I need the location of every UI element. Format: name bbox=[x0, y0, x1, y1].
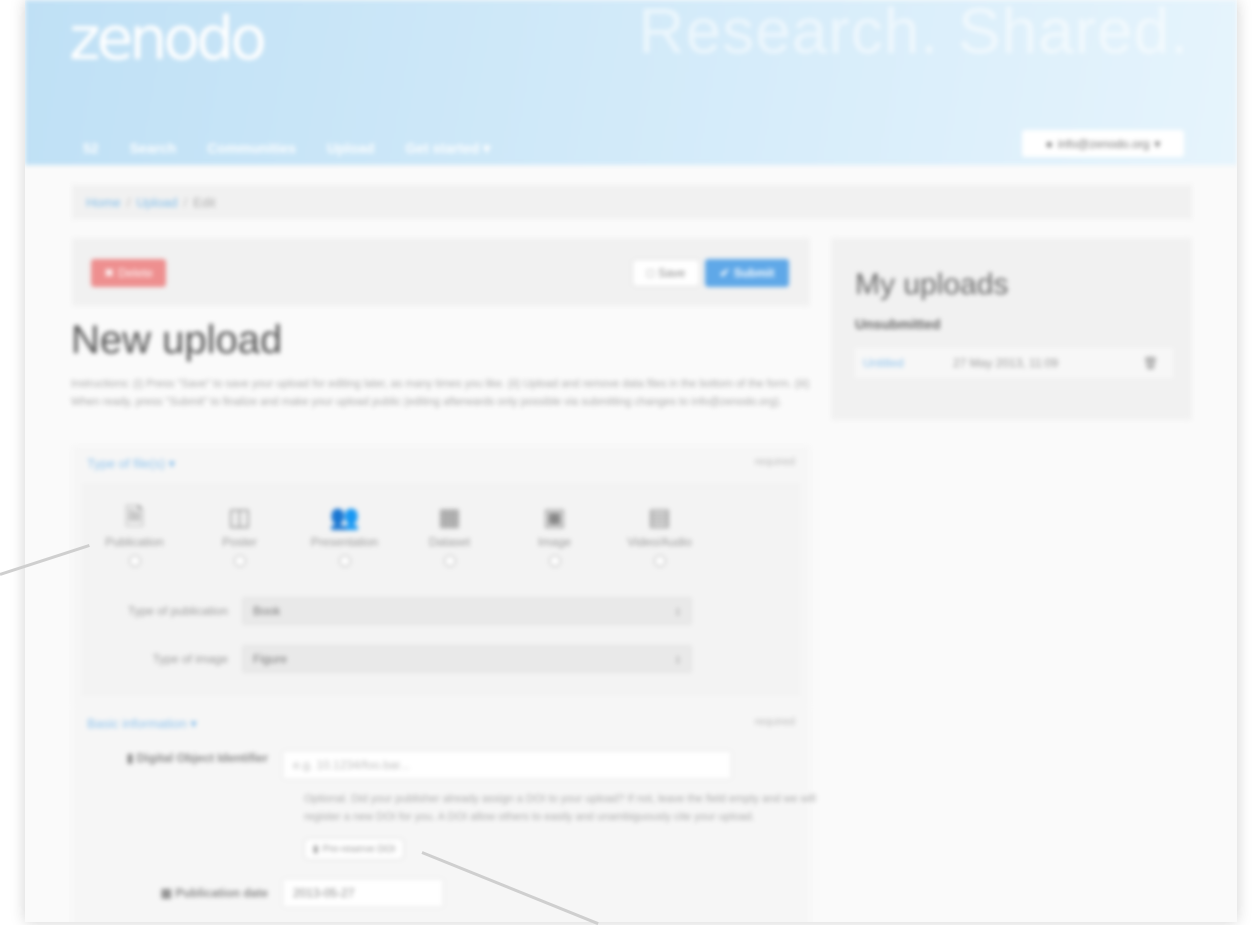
section-heading[interactable]: Type of file(s) ▾ bbox=[87, 456, 175, 472]
breadcrumb: Home / Upload / Edit bbox=[72, 185, 1192, 219]
type-option-presentation[interactable]: 👥 Presentation bbox=[292, 503, 397, 567]
breadcrumb-separator: / bbox=[126, 194, 131, 210]
file-type-options: 🗎 Publication ◫ Poster 👥 Presentation ▦ … bbox=[82, 503, 712, 567]
upload-name-link[interactable]: Untitled bbox=[863, 356, 953, 370]
user-icon: ● bbox=[1045, 136, 1053, 151]
dataset-icon: ▦ bbox=[438, 504, 461, 531]
trash-icon: ✖ bbox=[104, 266, 115, 280]
image-type-value: Figure bbox=[253, 652, 288, 666]
type-radio[interactable] bbox=[233, 555, 246, 567]
type-label: Presentation bbox=[310, 535, 379, 549]
blurred-content: zenodo Research. Shared. 52 Search Commu… bbox=[25, 0, 1237, 922]
basic-information-section: Basic information ▾ required ▮ Digital O… bbox=[72, 706, 816, 922]
breadcrumb-separator: / bbox=[183, 194, 188, 210]
type-label: Video/Audio bbox=[627, 535, 692, 549]
doi-input[interactable]: e.g. 10.1234/foo.bar... bbox=[282, 750, 732, 780]
section-heading[interactable]: Basic information ▾ bbox=[87, 716, 197, 732]
submit-label: Submit bbox=[733, 266, 775, 280]
breadcrumb-home[interactable]: Home bbox=[86, 195, 121, 210]
type-option-video-audio[interactable]: ▤ Video/Audio bbox=[607, 503, 712, 567]
user-menu-button[interactable]: ● info@zenodo.org ▾ bbox=[1022, 130, 1184, 157]
type-label: Image bbox=[537, 535, 572, 549]
chevron-down-icon: ▾ bbox=[1154, 136, 1161, 151]
unsubmitted-heading: Unsubmitted bbox=[855, 316, 941, 332]
publication-icon: 🗎 bbox=[124, 504, 145, 531]
breadcrumb-upload[interactable]: Upload bbox=[136, 195, 177, 210]
main-nav: 52 Search Communities Upload Get started… bbox=[83, 140, 490, 157]
header: zenodo Research. Shared. 52 Search Commu… bbox=[25, 0, 1237, 165]
save-label: Save bbox=[657, 266, 686, 280]
nav-item-get-started[interactable]: Get started ▾ bbox=[405, 140, 490, 157]
doi-row: ▮ Digital Object Identifier e.g. 10.1234… bbox=[72, 750, 732, 780]
select-caret-icon: ↕ bbox=[675, 604, 681, 618]
nav-item-search[interactable]: Search bbox=[130, 140, 177, 157]
delete-button[interactable]: ✖ Delete bbox=[91, 259, 166, 287]
my-uploads-title: My uploads bbox=[855, 268, 1009, 301]
delete-label: Delete bbox=[118, 266, 153, 280]
type-radio[interactable] bbox=[548, 555, 561, 567]
image-icon: ▣ bbox=[543, 504, 566, 531]
my-uploads-panel: My uploads Unsubmitted Untitled 27 May 2… bbox=[831, 238, 1192, 420]
type-radio[interactable] bbox=[338, 555, 351, 567]
nav-item-communities[interactable]: Communities bbox=[207, 140, 296, 157]
barcode-icon: ▮ bbox=[313, 843, 319, 855]
image-type-select[interactable]: Figure ↕ bbox=[242, 645, 692, 673]
upload-row: Untitled 27 May 2013, 11:09 🗑 bbox=[855, 348, 1173, 378]
upload-date: 27 May 2013, 11:09 bbox=[953, 356, 1059, 370]
zenodo-logo[interactable]: zenodo bbox=[69, 4, 267, 74]
publication-date-input[interactable]: 2013-05-27 bbox=[282, 878, 444, 908]
type-option-image[interactable]: ▣ Image bbox=[502, 503, 607, 567]
page-title: New upload bbox=[71, 318, 283, 362]
pre-reserve-doi-button[interactable]: ▮ Pre-reserve DOI bbox=[304, 838, 405, 860]
file-icon: □ bbox=[646, 266, 654, 280]
publication-type-label: Type of publication bbox=[127, 604, 228, 618]
publication-type-value: Book bbox=[253, 604, 281, 618]
publication-type-select[interactable]: Book ↕ bbox=[242, 597, 692, 625]
submit-button[interactable]: ✔ Submit bbox=[705, 259, 789, 287]
doi-help-text: Optional. Did your publisher already ass… bbox=[304, 793, 816, 823]
image-type-row: Type of image Figure ↕ bbox=[82, 645, 692, 673]
type-option-dataset[interactable]: ▦ Dataset bbox=[397, 503, 502, 567]
trash-icon[interactable]: 🗑 bbox=[1143, 356, 1158, 370]
nav-item-count[interactable]: 52 bbox=[83, 140, 99, 157]
check-icon: ✔ bbox=[719, 266, 730, 280]
instructions-text: Instructions: (i) Press "Save" to save y… bbox=[71, 378, 810, 408]
image-type-label: Type of image bbox=[152, 652, 228, 666]
nav-item-upload[interactable]: Upload bbox=[327, 140, 374, 157]
required-label: required bbox=[754, 456, 795, 468]
section-body: 🗎 Publication ◫ Poster 👥 Presentation ▦ … bbox=[82, 483, 800, 696]
user-email: info@zenodo.org bbox=[1057, 136, 1150, 151]
type-radio[interactable] bbox=[443, 555, 456, 567]
breadcrumb-current: Edit bbox=[193, 194, 216, 210]
type-option-publication[interactable]: 🗎 Publication bbox=[82, 503, 187, 567]
type-option-poster[interactable]: ◫ Poster bbox=[187, 503, 292, 567]
publication-type-row: Type of publication Book ↕ bbox=[82, 597, 692, 625]
type-of-files-section: Type of file(s) ▾ required 🗎 Publication… bbox=[72, 446, 810, 708]
publication-date-row: ▦ Publication date 2013-05-27 bbox=[72, 878, 444, 908]
tagline: Research. Shared. bbox=[638, 0, 1189, 67]
doi-label: ▮ Digital Object Identifier bbox=[126, 751, 268, 765]
publication-date-label: ▦ Publication date bbox=[160, 886, 268, 900]
required-label: required bbox=[754, 716, 795, 728]
barcode-icon: ▮ bbox=[126, 751, 137, 765]
calendar-icon: ▦ bbox=[160, 886, 176, 900]
presentation-icon: 👥 bbox=[329, 504, 360, 531]
pre-reserve-label: Pre-reserve DOI bbox=[322, 843, 396, 855]
type-label: Poster bbox=[222, 535, 257, 549]
type-radio[interactable] bbox=[653, 555, 666, 567]
select-caret-icon: ↕ bbox=[675, 652, 681, 666]
video-icon: ▤ bbox=[648, 504, 671, 531]
form-toolbar: ✖ Delete □ Save ✔ Submit bbox=[72, 238, 810, 306]
type-label: Publication bbox=[105, 535, 164, 549]
poster-icon: ◫ bbox=[228, 504, 251, 531]
save-button[interactable]: □ Save bbox=[632, 259, 700, 287]
type-label: Dataset bbox=[428, 535, 471, 549]
type-radio[interactable] bbox=[128, 555, 141, 567]
page: zenodo Research. Shared. 52 Search Commu… bbox=[25, 0, 1237, 922]
